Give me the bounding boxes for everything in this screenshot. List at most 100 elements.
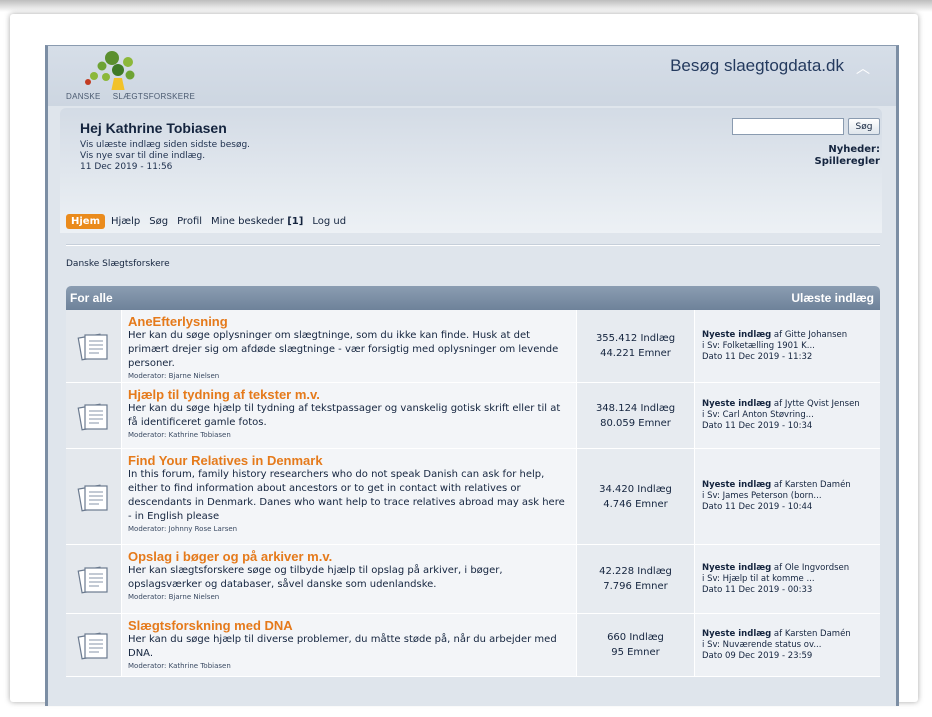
topic-count: 44.221 Emner <box>600 348 671 359</box>
visit-slaegtogdata-link[interactable]: Besøg slaegtogdata.dk <box>670 56 844 76</box>
forum-moderator[interactable]: Moderator: Kathrine Tobiasen <box>128 661 570 672</box>
latest-post-subject[interactable]: i Sv: Hjælp til at komme ... <box>702 574 880 585</box>
latest-post-author-line: Nyeste indlæg af Jytte Qvist Jensen <box>702 399 880 410</box>
forum-moderator[interactable]: Moderator: Bjarne Nielsen <box>128 592 570 603</box>
latest-post-label[interactable]: Nyeste indlæg <box>702 480 771 490</box>
latest-post-date: Dato 09 Dec 2019 - 23:59 <box>702 650 813 661</box>
unread-posts-link[interactable]: Ulæste indlæg <box>791 291 874 305</box>
divider <box>66 244 880 246</box>
nav-home[interactable]: Hjem <box>66 213 105 229</box>
latest-post-subject[interactable]: i Sv: Carl Anton Støvring... <box>702 410 880 421</box>
forum-stats: 348.124 Indlæg 80.059 Emner <box>577 383 695 448</box>
category-title[interactable]: For alle <box>70 291 113 305</box>
latest-post-author[interactable]: af Karsten Damén <box>771 629 851 639</box>
forum-description: In this forum, family history researcher… <box>128 469 565 522</box>
latest-post-date: Dato 11 Dec 2019 - 10:34 <box>702 421 813 431</box>
document-stack-icon <box>77 484 108 511</box>
forum-moderator[interactable]: Moderator: Bjarne Nielsen <box>128 371 570 382</box>
latest-post: Nyeste indlæg af Ole Ingvordsen i Sv: Hj… <box>695 545 880 613</box>
forum-icon-cell <box>66 310 122 382</box>
latest-post: Nyeste indlæg af Gitte Johansen i Sv: Fo… <box>695 310 880 382</box>
forum-stats: 42.228 Indlæg 7.796 Emner <box>577 545 695 613</box>
forum-title[interactable]: Find Your Relatives in Denmark <box>128 453 570 468</box>
forum-title[interactable]: Slægtsforskning med DNA <box>128 618 570 633</box>
latest-post-author-line: Nyeste indlæg af Karsten Damén <box>702 480 880 491</box>
messages-count: [1] <box>287 215 304 227</box>
forum-row: Opslag i bøger og på arkiver m.v. Her ka… <box>66 545 880 614</box>
forum-info: Slægtsforskning med DNA Her kan du søge … <box>122 614 577 676</box>
forum-info: Find Your Relatives in Denmark In this f… <box>122 449 577 544</box>
latest-post-label[interactable]: Nyeste indlæg <box>702 399 771 409</box>
forum-icon-cell <box>66 545 122 613</box>
latest-post-label[interactable]: Nyeste indlæg <box>702 330 771 340</box>
main-nav: Hjem Hjælp Søg Profil Mine beskeder [1] … <box>66 211 355 231</box>
logo-text-left: DANSKE <box>66 92 101 101</box>
latest-post-author[interactable]: af Jytte Qvist Jensen <box>771 399 860 409</box>
post-count: 348.124 Indlæg <box>595 402 676 414</box>
search-input[interactable] <box>732 118 844 135</box>
nav-logout[interactable]: Log ud <box>312 216 346 227</box>
logo-text-right: SLÆGTSFORSKERE <box>112 92 196 101</box>
forum-title[interactable]: Hjælp til tydning af tekster m.v. <box>128 387 570 402</box>
forum-info: AneEfterlysning Her kan du søge oplysnin… <box>122 310 577 382</box>
document-stack-icon <box>77 632 108 660</box>
latest-post-author[interactable]: af Ole Ingvordsen <box>771 563 849 573</box>
forum-icon-cell <box>66 614 122 676</box>
forum-icon-cell <box>66 383 122 448</box>
post-count: 34.420 Indlæg <box>599 483 672 495</box>
latest-post-author[interactable]: af Karsten Damén <box>771 480 851 490</box>
forum-stats: 355.412 Indlæg 44.221 Emner <box>577 310 695 382</box>
nav-messages[interactable]: Mine beskeder [1] <box>211 216 303 227</box>
post-count: 42.228 Indlæg <box>599 566 672 577</box>
latest-post-label[interactable]: Nyeste indlæg <box>702 563 771 573</box>
topic-count: 80.059 Emner <box>600 417 671 429</box>
latest-post-subject[interactable]: i Sv: James Peterson (born... <box>702 491 880 502</box>
latest-post-author-line: Nyeste indlæg af Karsten Damén <box>702 629 880 640</box>
nav-messages-label: Mine beskeder <box>211 215 285 227</box>
chevron-up-icon[interactable]: ︿ <box>856 58 870 78</box>
forum-stats: 660 Indlæg 95 Emner <box>577 614 695 676</box>
latest-post-label[interactable]: Nyeste indlæg <box>702 629 771 639</box>
forum-info: Opslag i bøger og på arkiver m.v. Her ka… <box>122 545 577 613</box>
nav-help[interactable]: Hjælp <box>111 216 140 227</box>
news-label: Nyheder: <box>828 144 880 155</box>
document-stack-icon <box>77 566 108 594</box>
forum-title[interactable]: Opslag i bøger og på arkiver m.v. <box>128 549 570 564</box>
forum-description: Her kan du søge hjælp til diverse proble… <box>128 634 557 659</box>
document-stack-icon <box>77 333 108 361</box>
forum-moderator[interactable]: Moderator: Johnny Rose Larsen <box>128 524 570 535</box>
forum-moderator[interactable]: Moderator: Kathrine Tobiasen <box>128 430 570 441</box>
latest-post-subject[interactable]: i Sv: Folketælling 1901 K... <box>702 341 880 352</box>
forum-stats: 34.420 Indlæg 4.746 Emner <box>577 449 695 544</box>
latest-post-author[interactable]: af Gitte Johansen <box>771 330 847 340</box>
news-link[interactable]: Spilleregler <box>815 156 880 168</box>
news-box: Nyheder: Spilleregler <box>815 144 880 168</box>
forum-description: Her kan slægtsforskere søge og tilbyde h… <box>128 565 503 590</box>
site-logo[interactable]: DANSKE SLÆGTSFORSKERE <box>58 50 218 102</box>
unread-since-last-visit-link[interactable]: Vis ulæste indlæg siden sidste besøg. <box>80 140 250 150</box>
forum-info: Hjælp til tydning af tekster m.v. Her ka… <box>122 383 577 448</box>
search-button[interactable]: Søg <box>848 118 880 135</box>
breadcrumb[interactable]: Danske Slægtsforskere <box>66 259 170 269</box>
tree-logo-icon <box>85 51 135 92</box>
forum-description: Her kan du søge hjælp til tydning af tek… <box>128 403 561 428</box>
site-header: DANSKE SLÆGTSFORSKERE Besøg slaegtogdata.… <box>48 46 896 106</box>
category-header: For alle Ulæste indlæg <box>66 286 880 310</box>
latest-post: Nyeste indlæg af Karsten Damén i Sv: Nuv… <box>695 614 880 676</box>
forum-row: Find Your Relatives in Denmark In this f… <box>66 449 880 545</box>
latest-post-date: Dato 11 Dec 2019 - 10:44 <box>702 502 813 512</box>
document-stack-icon <box>77 403 108 430</box>
latest-post-date: Dato 11 Dec 2019 - 11:32 <box>702 351 813 362</box>
nav-search[interactable]: Søg <box>149 216 168 227</box>
latest-post: Nyeste indlæg af Karsten Damén i Sv: Jam… <box>695 449 880 544</box>
forum-row: Hjælp til tydning af tekster m.v. Her ka… <box>66 383 880 449</box>
latest-post-subject[interactable]: i Sv: Nuværende status ov... <box>702 640 880 651</box>
new-replies-link[interactable]: Vis nye svar til dine indlæg. <box>80 151 205 161</box>
forum-row: AneEfterlysning Her kan du søge oplysnin… <box>66 310 880 383</box>
post-count: 660 Indlæg <box>607 632 664 643</box>
greeting: Hej Kathrine Tobiasen <box>80 120 227 136</box>
nav-profile[interactable]: Profil <box>177 216 202 227</box>
forum-title[interactable]: AneEfterlysning <box>128 314 570 329</box>
latest-post-author-line: Nyeste indlæg af Gitte Johansen <box>702 330 880 341</box>
topic-count: 7.796 Emner <box>603 581 668 592</box>
